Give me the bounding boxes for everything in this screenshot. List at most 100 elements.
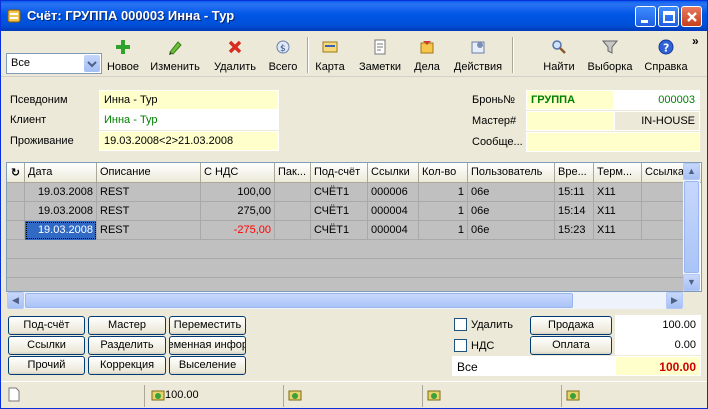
delete-icon [228,40,242,54]
delete-label: Удалить [214,61,256,73]
cell-qty: 1 [419,221,468,240]
booking-panel: Бронь№ ГРУППА 000003 Мастер# IN-HOUSE Со… [468,86,702,154]
stay-field[interactable]: 19.03.2008<2>21.03.2008 [99,131,279,151]
cell-description: REST [97,202,201,221]
message-label: Сообще... [472,136,523,148]
sale-value: 100.00 [615,315,701,335]
booking-group-field[interactable]: ГРУППА [526,90,614,110]
toolbar-more-icon[interactable]: » [692,34,699,48]
horizontal-scroll-thumb[interactable] [25,293,573,308]
col-user[interactable]: Пользователь [468,163,555,183]
document-icon [8,387,20,402]
delete-checkbox[interactable] [454,318,467,331]
cell-subaccount: СЧЁТ1 [311,202,368,221]
minimize-button[interactable] [635,6,656,27]
cell-amount: 100,00 [201,183,275,202]
message-field[interactable] [526,132,700,152]
col-date[interactable]: Дата [25,163,97,183]
move-button[interactable]: Переместить [169,316,246,335]
new-button[interactable]: Новое [104,35,142,75]
payment-value: 0.00 [615,335,701,355]
subaccount-button[interactable]: Под-счёт [8,316,85,335]
cell-time: 15:23 [555,221,594,240]
links-button[interactable]: Ссылки [8,336,85,355]
card-button[interactable]: Карта [312,35,348,75]
cell-refs: 000004 [368,221,419,240]
edit-label: Изменить [150,61,200,73]
cell-date: 19.03.2008 [25,183,97,202]
find-button[interactable]: Найти [540,35,578,75]
status-pane [284,385,423,407]
master-input[interactable] [526,111,614,131]
payment-button[interactable]: Оплата [530,336,612,355]
scroll-right-icon[interactable]: ▶ [666,292,683,309]
cell-date-selected[interactable]: 19.03.2008 [25,221,97,240]
scroll-left-icon[interactable]: ◀ [7,292,24,309]
checkout-button[interactable]: Выселение [169,356,246,375]
delete-button[interactable]: Удалить [210,35,260,75]
scroll-up-icon[interactable]: ▲ [683,163,700,180]
row-marker [7,183,25,202]
title-bar[interactable]: Счёт: ГРУППА 000003 Инна - Тур [1,1,707,31]
col-subaccount[interactable]: Под-счёт [311,163,368,183]
col-description[interactable]: Описание [97,163,201,183]
col-terminal[interactable]: Терм... [594,163,642,183]
split-button[interactable]: Разделить [88,336,166,355]
col-time[interactable]: Вре... [555,163,594,183]
booking-number-field[interactable]: 000003 [614,90,700,110]
tasks-button[interactable]: Дела [411,35,443,75]
actions-button[interactable]: Действия [450,35,506,75]
cell-time: 15:11 [555,183,594,202]
misc-button[interactable]: Прочий [8,356,85,375]
col-package[interactable]: Пак... [275,163,311,183]
cell-package [275,202,311,221]
notes-button[interactable]: Заметки [355,35,405,75]
client-field[interactable]: Инна - Тур [99,110,279,130]
master-button[interactable]: Мастер [88,316,166,335]
money-icon [151,390,165,401]
filter-icon [602,40,618,54]
grid-header: ↻ Дата Описание С НДС Пак... Под-счёт Сс… [7,163,701,183]
vat-checkbox[interactable] [454,339,467,352]
cell-terminal: X11 [594,202,642,221]
col-qty[interactable]: Кол-во [419,163,468,183]
total-button[interactable]: $ Всего [265,35,301,75]
row-marker [7,202,25,221]
scroll-down-icon[interactable]: ▼ [683,274,700,291]
table-row[interactable]: 19.03.2008 REST -275,00 СЧЁТ1 000004 1 0… [7,221,683,240]
minimize-icon [641,20,648,23]
correction-button[interactable]: Коррекция [88,356,166,375]
row-marker [7,221,25,240]
table-row[interactable]: 19.03.2008 REST 100,00 СЧЁТ1 000006 1 06… [7,183,683,202]
total-value: 100.00 [615,356,701,376]
col-refs[interactable]: Ссылки [368,163,419,183]
total-label: Всего [268,61,298,73]
sale-button[interactable]: Продажа [530,316,612,335]
grid-vertical-scrollbar[interactable]: ▲ ▼ [683,163,700,291]
filter-select[interactable]: Все [6,53,102,74]
empty-row [7,278,683,291]
alias-field[interactable]: Инна - Тур [99,90,279,110]
status-pane: 100.00 [145,385,284,407]
toolbar-separator [307,37,309,73]
vertical-scroll-thumb[interactable] [684,181,699,273]
filter-button[interactable]: Выборка [585,35,635,75]
temp-info-button[interactable]: Временная информ [169,336,246,355]
help-button[interactable]: ? Справка [641,35,691,75]
close-button[interactable] [681,6,702,27]
refresh-icon[interactable]: ↻ [7,163,25,183]
maximize-button[interactable] [658,6,679,27]
cell-refs: 000004 [368,202,419,221]
plus-icon [116,40,130,54]
app-icon [7,9,21,23]
col-amount[interactable]: С НДС [201,163,275,183]
actions-label: Действия [453,61,503,73]
table-row[interactable]: 19.03.2008 REST 275,00 СЧЁТ1 000004 1 06… [7,202,683,221]
transactions-grid: ↻ Дата Описание С НДС Пак... Под-счёт Сс… [6,162,702,292]
vat-checkbox-label: НДС [471,340,495,352]
cell-link [642,183,683,202]
all-label: Все [452,356,615,376]
dropdown-arrow-icon[interactable] [84,55,100,72]
grid-horizontal-scrollbar[interactable]: ◀ ▶ [7,292,683,309]
edit-button[interactable]: Изменить [147,35,203,75]
